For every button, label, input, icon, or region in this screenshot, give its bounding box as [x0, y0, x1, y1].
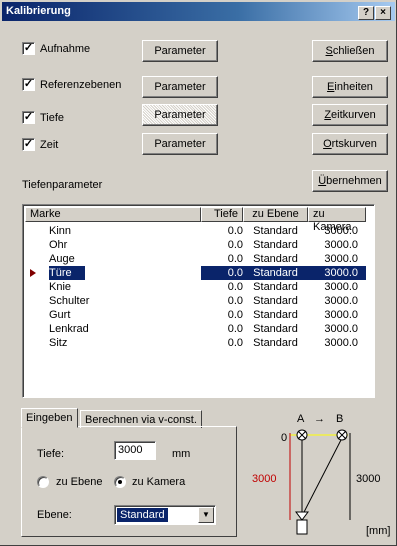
diagram-right-value: 3000 — [356, 473, 380, 485]
window-title: Kalibrierung — [6, 5, 71, 17]
table-row[interactable]: Knie 0.0 Standard 3000.0 — [25, 280, 370, 294]
cell-zu-ebene: Standard — [253, 239, 298, 251]
cell-zu-kamera: 3000.0 — [324, 239, 358, 251]
help-button[interactable]: ? — [358, 6, 374, 20]
parameter-button-tiefe[interactable]: Parameter — [142, 104, 218, 126]
cell-zu-kamera: 3000.0 — [324, 337, 358, 349]
einheiten-button[interactable]: Einheiten — [312, 76, 388, 98]
cell-tiefe: 0.0 — [227, 253, 243, 265]
parameter-button-zeit[interactable]: Parameter — [142, 133, 218, 155]
cell-zu-kamera: 3000.0 — [324, 295, 358, 307]
cell-zu-ebene: Standard — [253, 337, 298, 349]
cell-zu-ebene: Standard — [253, 253, 298, 265]
cell-zu-kamera: 3000.0 — [324, 309, 358, 321]
title-bar: Kalibrierung ? × — [2, 2, 395, 21]
cell-tiefe: 0.0 — [227, 337, 243, 349]
parameter-button-aufnahme[interactable]: Parameter — [142, 40, 218, 62]
cell-tiefe: 0.0 — [227, 323, 243, 335]
table-row[interactable]: Schulter 0.0 Standard 3000.0 — [25, 294, 370, 308]
diagram-left-value: 3000 — [252, 473, 276, 485]
table-row[interactable]: Auge 0.0 Standard 3000.0 — [25, 252, 370, 266]
checkbox-aufnahme-label: Aufnahme — [40, 43, 91, 55]
camera-body-icon — [296, 519, 308, 535]
cell-zu-kamera: 3000.0 — [324, 225, 358, 237]
table-row[interactable]: Lenkrad 0.0 Standard 3000.0 — [25, 322, 370, 336]
cell-tiefe: 0.0 — [227, 239, 243, 251]
uebernehmen-button[interactable]: Übernehmen — [312, 170, 388, 192]
checkbox-aufnahme[interactable]: ✓ — [22, 42, 35, 55]
cell-zu-kamera: 3000.0 — [324, 323, 358, 335]
cell-marke: Sitz — [49, 337, 68, 349]
column-header-zu-ebene[interactable]: zu Ebene — [243, 207, 308, 222]
cell-zu-ebene: Standard — [253, 309, 298, 321]
schliessen-button[interactable]: Schließen — [312, 40, 388, 62]
close-button[interactable]: × — [375, 6, 391, 20]
diagram-zero: 0 — [281, 432, 287, 444]
plane-select[interactable]: Standard ▼ — [114, 505, 216, 525]
depth-diagram: A → B 0 3000 3000 [mm] — [252, 413, 390, 537]
checkbox-tiefe[interactable]: ✓ — [22, 111, 35, 124]
plane-label: Ebene: — [37, 509, 72, 521]
cell-marke: Schulter — [49, 295, 90, 307]
camera-icon — [295, 511, 309, 521]
cell-tiefe: 0.0 — [227, 225, 243, 237]
diagram-label-a: A — [297, 413, 305, 425]
radio-zu-kamera[interactable] — [114, 476, 126, 488]
column-header-zu-kamera[interactable]: zu Kamera — [308, 207, 366, 233]
radio-zu-ebene-label: zu Ebene — [56, 476, 103, 488]
cell-marke: Türe — [49, 266, 85, 280]
cell-zu-kamera: 3000.0 — [324, 253, 358, 265]
calibration-window: Kalibrierung ? × ✓ Aufnahme ✓ Referenzeb… — [0, 0, 397, 546]
column-header-tiefe[interactable]: Tiefe — [201, 207, 243, 222]
cell-marke: Ohr — [49, 239, 68, 251]
cell-zu-ebene: Standard — [243, 266, 308, 280]
cell-zu-kamera: 3000.0 — [324, 281, 358, 293]
chevron-down-icon[interactable]: ▼ — [198, 507, 214, 523]
diagram-label-b: B — [336, 413, 343, 425]
depth-table[interactable]: Marke Tiefe zu Ebene zu Kamera Kinn 0.0 St… — [22, 204, 375, 398]
table-row[interactable]: Sitz 0.0 Standard 3000.0 — [25, 336, 370, 350]
table-row[interactable]: Gurt 0.0 Standard 3000.0 — [25, 308, 370, 322]
cell-tiefe: 0.0 — [227, 281, 243, 293]
diagram-arrow: → — [314, 413, 325, 425]
cell-tiefe: 0.0 — [227, 295, 243, 307]
ortskurven-button[interactable]: Ortskurven — [312, 133, 388, 155]
cell-zu-ebene: Standard — [253, 295, 298, 307]
cell-marke: Lenkrad — [49, 323, 89, 335]
depth-unit: mm — [172, 448, 191, 460]
cell-marke: Gurt — [49, 309, 71, 321]
radio-zu-kamera-label: zu Kamera — [132, 476, 186, 488]
column-header-marke[interactable]: Marke — [25, 207, 201, 222]
cell-zu-ebene: Standard — [253, 281, 298, 293]
checkbox-referenzebenen[interactable]: ✓ — [22, 78, 35, 91]
checkbox-zeit[interactable]: ✓ — [22, 138, 35, 151]
tab-eingeben[interactable]: Eingeben — [21, 408, 78, 428]
cell-zu-ebene: Standard — [253, 323, 298, 335]
depth-label: Tiefe: — [37, 448, 65, 460]
table-row[interactable]: Türe 0.0 Standard 3000.0 — [25, 266, 370, 280]
parameter-button-referenzebenen[interactable]: Parameter — [142, 76, 218, 98]
table-row[interactable]: Ohr 0.0 Standard 3000.0 — [25, 238, 370, 252]
cell-tiefe: 0.0 — [227, 309, 243, 321]
cell-tiefe: 0.0 — [201, 266, 243, 280]
cell-zu-kamera: 3000.0 — [308, 266, 366, 280]
cell-marke: Kinn — [49, 225, 72, 237]
checkbox-tiefe-label: Tiefe — [40, 112, 65, 124]
zeitkurven-button[interactable]: Zeitkurven — [312, 104, 388, 126]
cell-zu-ebene: Standard — [253, 225, 298, 237]
plane-select-value: Standard — [116, 507, 169, 523]
diagram-unit: [mm] — [366, 525, 390, 537]
checkbox-zeit-label: Zeit — [40, 139, 59, 151]
depth-input[interactable]: 3000 — [114, 441, 156, 460]
checkbox-referenzebenen-label: Referenzebenen — [40, 79, 122, 91]
selected-row-arrow-icon — [30, 269, 36, 277]
radio-zu-ebene[interactable] — [37, 476, 49, 488]
section-label-tiefenparameter: Tiefenparameter — [22, 179, 103, 191]
diagram-diagonal — [301, 437, 343, 517]
cell-marke: Auge — [49, 253, 75, 265]
cell-marke: Knie — [49, 281, 72, 293]
table-row[interactable]: Kinn 0.0 Standard 3000.0 — [25, 224, 370, 238]
